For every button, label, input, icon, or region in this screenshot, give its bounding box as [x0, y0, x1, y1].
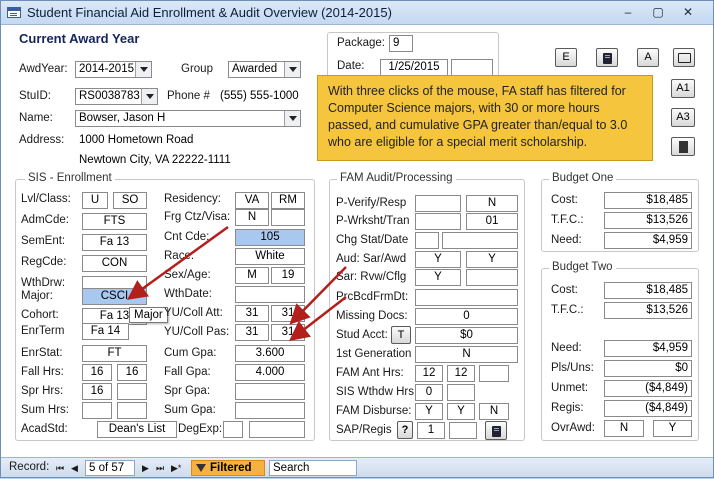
arrow-to-cum-gpa	[289, 296, 347, 342]
last-record-button[interactable]: ⏭	[156, 463, 164, 474]
first-record-button[interactable]: ⏮	[56, 463, 64, 474]
record-navigation-bar: Record: ⏮ ◀ 5 of 57 ▶ ⏭ ▶* Filtered Sear…	[1, 457, 713, 477]
prev-record-button[interactable]: ◀	[71, 463, 78, 474]
new-record-button[interactable]: ▶*	[171, 463, 181, 474]
annotation-arrows	[126, 225, 347, 342]
record-label: Record:	[9, 461, 50, 473]
filtered-toggle[interactable]: Filtered	[191, 460, 265, 476]
application-window: Student Financial Aid Enrollment & Audit…	[0, 0, 714, 478]
next-record-button[interactable]: ▶	[142, 463, 149, 474]
arrow-to-major	[126, 225, 229, 300]
search-box[interactable]: Search	[269, 460, 357, 476]
record-position-field[interactable]: 5 of 57	[85, 460, 135, 476]
arrow-to-coll-pas	[289, 266, 347, 325]
filtered-label: Filtered	[210, 462, 252, 474]
filter-funnel-icon	[196, 464, 206, 472]
